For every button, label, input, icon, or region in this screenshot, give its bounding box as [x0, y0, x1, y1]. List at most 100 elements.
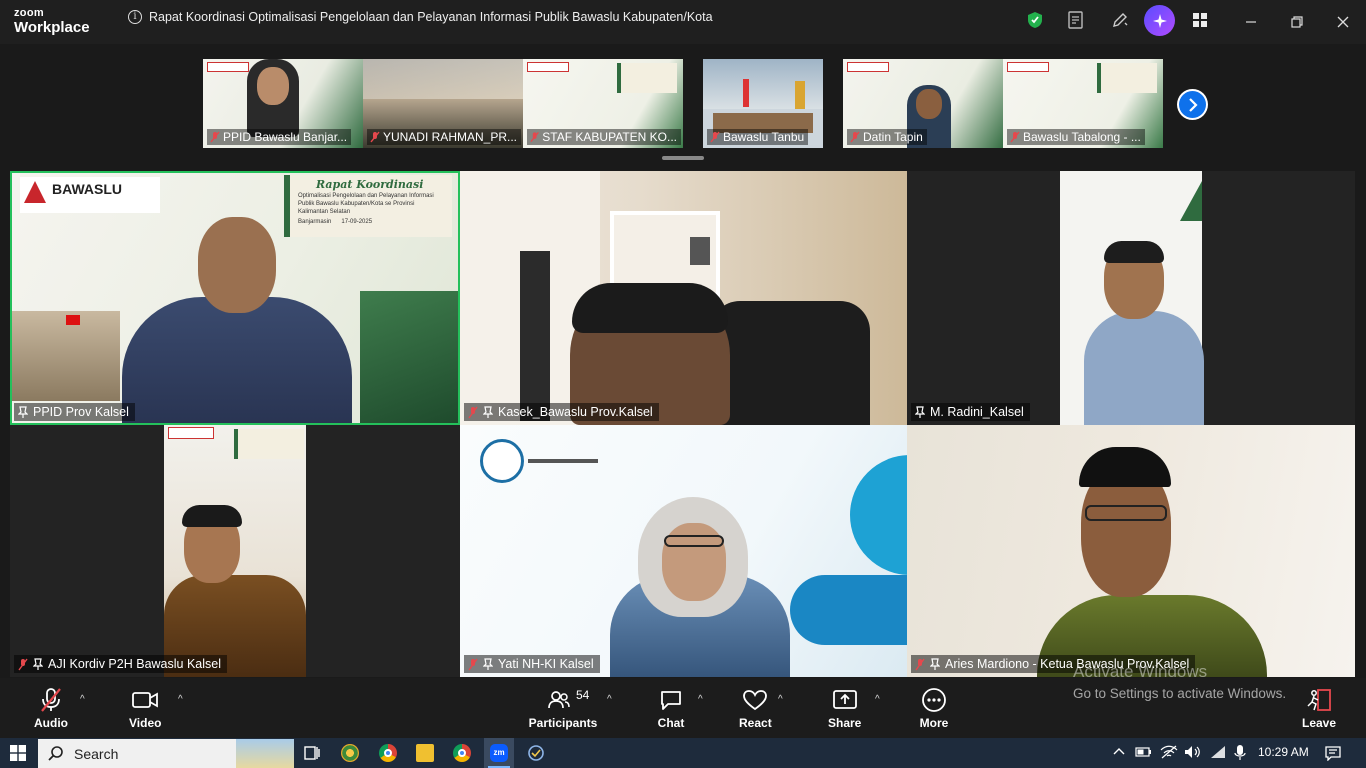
chevron-right-icon: [1179, 91, 1206, 118]
taskbar-search-box[interactable]: Search: [38, 739, 294, 768]
info-icon[interactable]: i: [128, 10, 142, 24]
participant-label: PPID Prov Kalsel: [14, 403, 135, 421]
participant-name: Yati NH-KI Kalsel: [498, 657, 594, 671]
video-tile[interactable]: Yati NH-KI Kalsel: [460, 425, 907, 677]
more-button[interactable]: More: [919, 686, 949, 730]
security-shield-icon[interactable]: [1025, 10, 1045, 30]
tray-chevron-up-icon[interactable]: [1113, 745, 1125, 764]
video-options-chevron-icon[interactable]: ^: [178, 694, 183, 705]
chrome-profile-icon[interactable]: [453, 744, 471, 762]
apps-grid-icon[interactable]: [1190, 10, 1210, 30]
battery-icon[interactable]: [1135, 745, 1153, 764]
speaker-icon[interactable]: [1184, 745, 1202, 764]
muted-mic-icon: [18, 658, 28, 670]
participant-label: Bawaslu Tabalong - ...: [1007, 129, 1145, 145]
banner-subtitle: Optimalisasi Pengelolaan dan Pelayanan I…: [298, 193, 434, 215]
muted-mic-icon: [530, 131, 539, 143]
video-button[interactable]: Video: [129, 686, 161, 730]
zoom-logo: zoom Workplace: [14, 7, 90, 36]
taskbar-clock[interactable]: 10:29 AM: [1258, 745, 1309, 759]
pin-icon: [915, 405, 925, 418]
pin-icon: [483, 405, 493, 418]
annotate-pen-icon[interactable]: [1110, 10, 1130, 30]
react-options-chevron-icon[interactable]: ^: [778, 694, 783, 705]
notification-icon[interactable]: [1325, 745, 1341, 766]
decor-shape: [790, 575, 907, 645]
bawaslu-logo-image: [847, 62, 889, 72]
video-tile[interactable]: AJI Kordiv P2H Bawaslu Kalsel: [10, 425, 460, 677]
event-banner: Rapat Koordinasi Optimalisasi Pengelolaa…: [284, 175, 452, 237]
participant-label: Kasek_Bawaslu Prov.Kalsel: [464, 403, 659, 421]
participants-label: Participants: [528, 716, 598, 730]
microphone-icon[interactable]: [1234, 745, 1246, 766]
restore-icon[interactable]: [1285, 10, 1309, 34]
next-page-button[interactable]: [1177, 89, 1208, 120]
task-view-icon[interactable]: [303, 744, 321, 762]
video-tile-active-speaker[interactable]: BAWASLU Rapat Koordinasi Optimalisasi Pe…: [10, 171, 460, 425]
leave-button[interactable]: Leave: [1302, 686, 1336, 730]
filmstrip-tile[interactable]: Datin Tapin: [843, 59, 1003, 148]
react-button[interactable]: React: [739, 686, 772, 730]
participant-label: Bawaslu Tanbu: [707, 129, 809, 145]
filmstrip-tile[interactable]: Bawaslu Tabalong - ...: [1003, 59, 1163, 148]
background-image: [363, 59, 523, 99]
filmstrip-tile[interactable]: STAF KABUPATEN KO...: [523, 59, 683, 148]
zoom-taskbar-active[interactable]: zm: [484, 738, 514, 768]
app-icon[interactable]: [527, 744, 545, 762]
no-network-icon[interactable]: [1160, 745, 1178, 764]
filmstrip-tile[interactable]: PPID Bawaslu Banjar...: [203, 59, 363, 148]
activate-windows-watermark: Activate Windows: [1073, 662, 1208, 681]
search-icon: [48, 745, 63, 761]
participant-name: Bawaslu Tanbu: [723, 130, 805, 144]
leave-label: Leave: [1302, 716, 1337, 730]
banner-place: Banjarmasin: [298, 219, 332, 226]
decor-shape: [850, 455, 907, 575]
file-explorer-icon[interactable]: [416, 744, 434, 762]
filmstrip-resize-handle[interactable]: [662, 156, 704, 160]
filmstrip-tile[interactable]: YUNADI RAHMAN_PR...: [363, 59, 523, 148]
bawaslu-logo-image: BAWASLU: [20, 177, 160, 213]
chat-options-chevron-icon[interactable]: ^: [698, 694, 703, 705]
windows-start-icon[interactable]: [10, 745, 26, 761]
room-wall: [703, 59, 823, 109]
audio-button[interactable]: Audio: [34, 686, 68, 730]
decor-image: [360, 291, 460, 425]
ki-logo-image: [480, 439, 524, 483]
notes-icon[interactable]: [1066, 10, 1086, 30]
activate-windows-hint: Go to Settings to activate Windows.: [1073, 686, 1287, 701]
more-label: More: [919, 716, 949, 730]
wifi-icon[interactable]: [1209, 745, 1227, 764]
flag-image: [743, 79, 749, 107]
browser-app-icon[interactable]: [341, 744, 359, 762]
participant-name: STAF KABUPATEN KO...: [542, 130, 677, 144]
minimize-icon[interactable]: [1239, 10, 1263, 34]
logo-line1: zoom: [14, 7, 44, 19]
ki-logo-text: [528, 459, 598, 463]
banner-image: [617, 63, 677, 93]
chrome-icon[interactable]: [379, 744, 397, 762]
filmstrip-tile[interactable]: Bawaslu Tanbu: [703, 59, 823, 148]
leave-door-icon: [1304, 686, 1334, 714]
participants-button[interactable]: 54 Participants: [528, 686, 598, 730]
muted-mic-icon: [36, 686, 66, 714]
muted-mic-icon: [468, 406, 478, 418]
video-tile[interactable]: Kasek_Bawaslu Prov.Kalsel: [460, 171, 907, 425]
muted-mic-icon: [1010, 131, 1020, 143]
banner-date: 17-09-2025: [341, 219, 373, 226]
participants-count: 54: [576, 688, 590, 702]
share-options-chevron-icon[interactable]: ^: [875, 694, 880, 705]
close-icon[interactable]: [1331, 10, 1355, 34]
participant-name: Kasek_Bawaslu Prov.Kalsel: [498, 405, 653, 419]
participant-video: [1060, 171, 1204, 425]
share-button[interactable]: Share: [828, 686, 861, 730]
audio-options-chevron-icon[interactable]: ^: [80, 694, 85, 705]
windows-taskbar: Search zm 10:29 AM: [0, 738, 1366, 768]
chat-button[interactable]: Chat: [656, 686, 686, 730]
participants-options-chevron-icon[interactable]: ^: [607, 694, 612, 705]
video-tile[interactable]: Aries Mardiono - Ketua Bawaslu Prov.Kals…: [907, 425, 1355, 677]
ai-companion-icon[interactable]: [1144, 5, 1175, 36]
participant-name: Bawaslu Tabalong - ...: [1023, 130, 1141, 144]
bawaslu-logo-image: [527, 62, 569, 72]
video-tile[interactable]: M. Radini_Kalsel: [907, 171, 1355, 425]
participant-label: Yati NH-KI Kalsel: [464, 655, 600, 673]
